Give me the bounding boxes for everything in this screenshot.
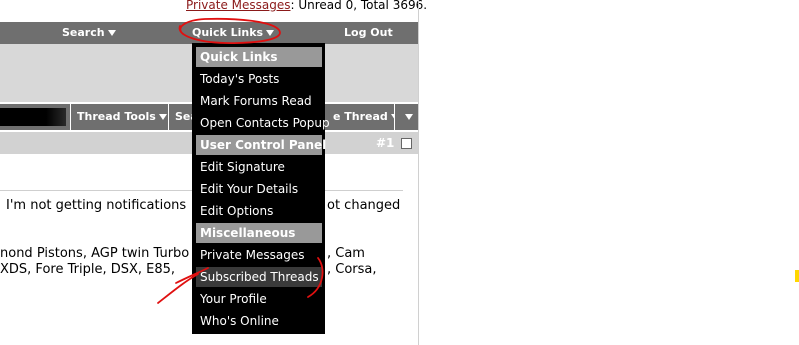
checkbox-icon[interactable]: [401, 138, 412, 149]
menu-item-whos-online[interactable]: Who's Online: [196, 311, 322, 331]
post-text-line-3-left: XDS, Fore Triple, DSX, E85,: [0, 262, 176, 277]
menu-item-edit-your-details[interactable]: Edit Your Details: [196, 179, 322, 199]
caret-down-icon: [158, 114, 167, 120]
nav-search-label: Search: [62, 26, 105, 39]
navbar: Search Quick Links Log Out: [0, 22, 418, 44]
nav-log-out-label: Log Out: [344, 26, 393, 39]
private-messages-status: Private Messages: Unread 0, Total 3696.: [186, 0, 427, 12]
private-messages-count: : Unread 0, Total 3696.: [290, 0, 428, 12]
thread-toolbar-pagination: [0, 108, 66, 126]
page-right-border: [418, 0, 419, 345]
scroll-marker: [795, 270, 799, 282]
post-text-line-2-left: nond Pistons, AGP twin Turbo: [0, 246, 190, 261]
post-text-line-1-right: ot changed: [327, 198, 401, 213]
menu-item-mark-forums-read[interactable]: Mark Forums Read: [196, 91, 322, 111]
thread-tools-label: Thread Tools: [77, 110, 156, 123]
caret-down-icon: [107, 30, 116, 36]
nav-quick-links-label: Quick Links: [192, 26, 264, 39]
caret-down-icon: [266, 30, 275, 36]
menu-item-todays-posts[interactable]: Today's Posts: [196, 69, 322, 89]
menu-item-subscribed-threads[interactable]: Subscribed Threads: [196, 267, 322, 287]
post-number[interactable]: #1: [376, 136, 394, 150]
display-mode-button[interactable]: [394, 104, 418, 130]
menu-item-open-contacts-popup[interactable]: Open Contacts Popup: [196, 113, 330, 133]
post-text-line-3-right: , Corsa,: [327, 262, 377, 277]
rate-thread-label: e Thread: [333, 110, 388, 123]
menu-header-quick-links: Quick Links: [196, 47, 322, 67]
thread-tools-button[interactable]: Thread Tools: [70, 104, 168, 130]
menu-item-private-messages[interactable]: Private Messages: [196, 245, 322, 265]
menu-item-your-profile[interactable]: Your Profile: [196, 289, 322, 309]
menu-header-user-control-panel: User Control Panel: [196, 135, 326, 155]
post-text-line-1-left: I'm not getting notifications: [6, 198, 187, 213]
menu-header-miscellaneous: Miscellaneous: [196, 223, 322, 243]
rate-thread-button[interactable]: e Thread: [325, 104, 394, 130]
menu-item-edit-signature[interactable]: Edit Signature: [196, 157, 322, 177]
post-text-line-2-right: , Cam: [327, 246, 365, 261]
nav-quick-links[interactable]: Quick Links: [192, 22, 275, 44]
search-thread-button[interactable]: Sea: [168, 104, 194, 130]
nav-log-out[interactable]: Log Out: [344, 22, 393, 44]
caret-down-icon: [405, 114, 413, 120]
nav-search[interactable]: Search: [62, 22, 116, 44]
menu-item-edit-options[interactable]: Edit Options: [196, 201, 322, 221]
private-messages-link[interactable]: Private Messages: [186, 0, 291, 12]
